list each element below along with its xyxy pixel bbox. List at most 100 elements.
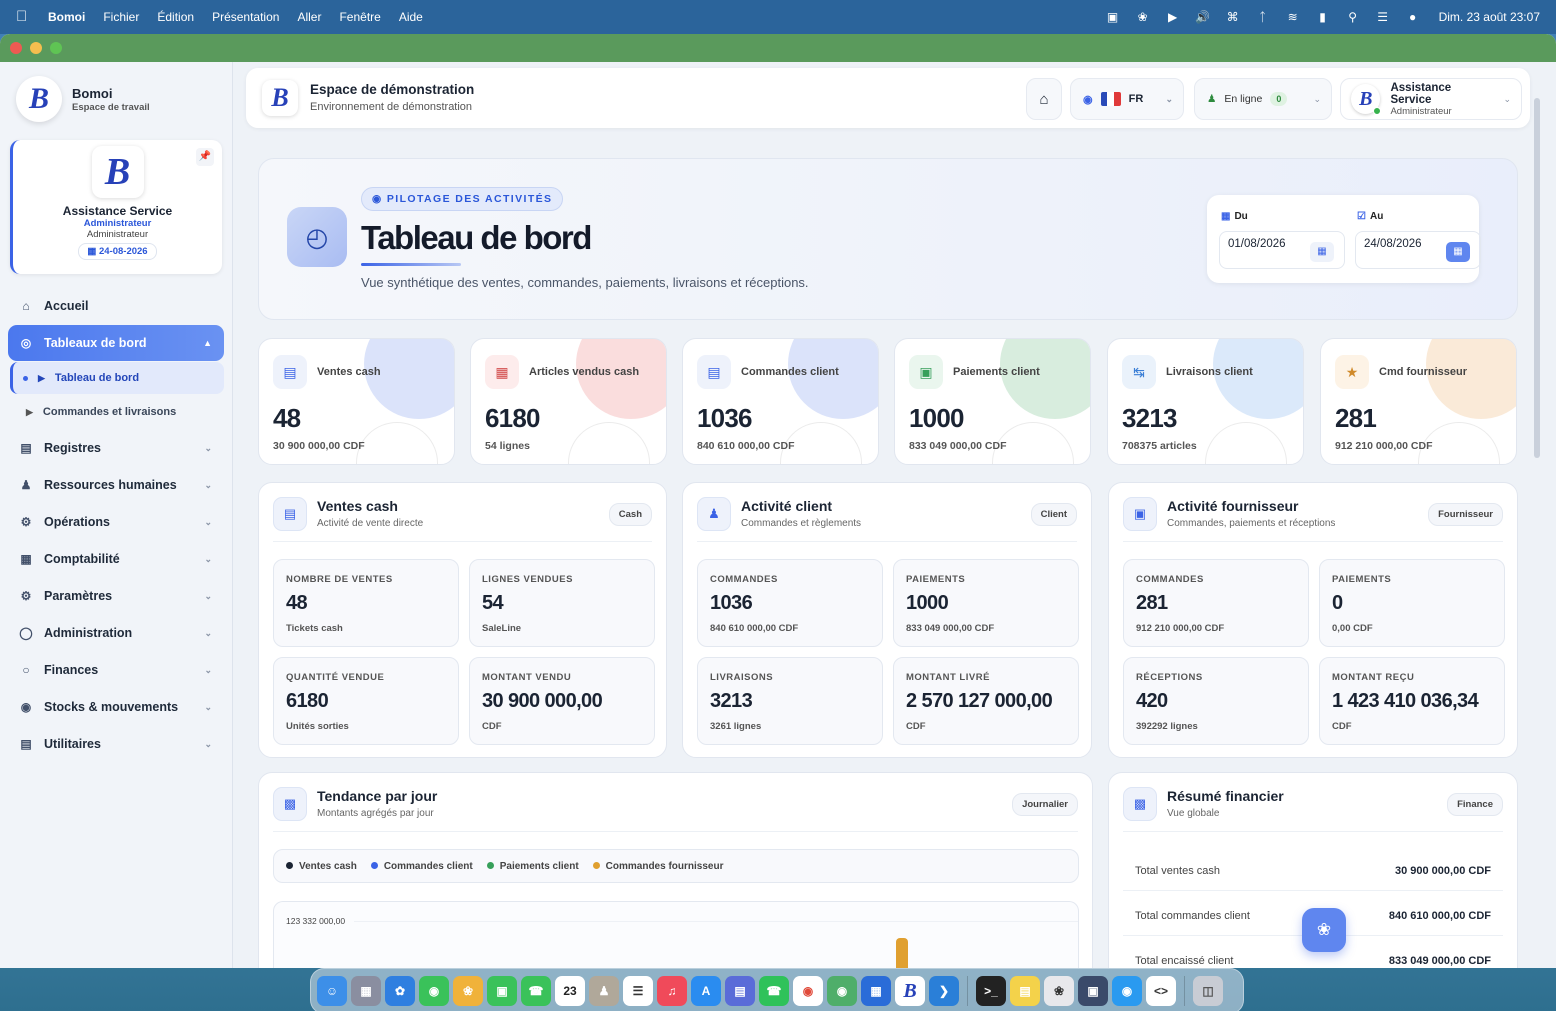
openai-icon[interactable]: ❀	[1135, 10, 1151, 24]
sidebar-item-label: Tableaux de bord	[44, 336, 147, 350]
menu-edition[interactable]: Édition	[157, 10, 194, 24]
kpi-card-ventes-cash[interactable]: ▤ Ventes cash 48 30 900 000,00 CDF	[258, 338, 455, 465]
dock-app-icon[interactable]: ▤	[725, 976, 755, 1006]
chart-bar-commandes-fournisseur[interactable]	[896, 938, 908, 968]
apple-icon[interactable]: 	[16, 9, 30, 25]
control-grid-icon[interactable]: ⌘	[1225, 10, 1241, 24]
dock-app2-icon[interactable]: ▣	[1078, 976, 1108, 1006]
kpi-card-articles-vendus[interactable]: ▦ Articles vendus cash 6180 54 lignes	[470, 338, 667, 465]
sidebar-item-utilitaires[interactable]: ▤ Utilitaires ⌄	[8, 726, 224, 762]
menu-fenetre[interactable]: Fenêtre	[339, 10, 380, 24]
sidebar-item-administration[interactable]: ◯ Administration ⌄	[8, 615, 224, 651]
legend-item[interactable]: Commandes client	[370, 861, 473, 872]
home-button[interactable]: ⌂	[1026, 78, 1062, 120]
menu-fichier[interactable]: Fichier	[103, 10, 139, 24]
sidebar-item-accueil[interactable]: ⌂ Accueil	[8, 288, 224, 324]
date-to-input[interactable]: 24/08/2026 ▦	[1355, 231, 1481, 269]
calendar-icon[interactable]: ▦	[1446, 242, 1470, 262]
menubar:  Bomoi Fichier Édition Présentation All…	[0, 0, 1556, 34]
menubar-clock[interactable]: Dim. 23 août 23:07	[1439, 10, 1540, 24]
sidebar-item-registres[interactable]: ▤ Registres ⌄	[8, 430, 224, 466]
dock-photos-icon[interactable]: ❀	[453, 976, 483, 1006]
date-from-input[interactable]: 01/08/2026 ▦	[1219, 231, 1345, 269]
cash-register-icon: ▤	[273, 355, 307, 389]
bluetooth-icon[interactable]: ᛏ	[1255, 10, 1271, 24]
status-menu-area: ▣ ❀ ▶ 🔊 ⌘ ᛏ ≋ ▮ ⚲ ☰ ● Dim. 23 août 23:07	[1105, 10, 1540, 24]
dock-bomoi-icon[interactable]: B	[895, 976, 925, 1006]
menu-presentation[interactable]: Présentation	[212, 10, 279, 24]
kpi-card-paiements-client[interactable]: ▣ Paiements client 1000 833 049 000,00 C…	[894, 338, 1091, 465]
brand[interactable]: B Bomoi Espace de travail	[16, 76, 150, 122]
dock-appstore-icon[interactable]: A	[691, 976, 721, 1006]
legend-item[interactable]: Commandes fournisseur	[592, 861, 723, 872]
dock-phone-icon[interactable]: ☎	[521, 976, 551, 1006]
kpi-card-cmd-fournisseur[interactable]: ★ Cmd fournisseur 281 912 210 000,00 CDF	[1320, 338, 1517, 465]
dock-contacts-icon[interactable]: ♟	[589, 976, 619, 1006]
menu-aide[interactable]: Aide	[399, 10, 423, 24]
menu-aller[interactable]: Aller	[297, 10, 321, 24]
dock-notes-icon[interactable]: ▤	[1010, 976, 1040, 1006]
dock-terminal-icon[interactable]: >_	[976, 976, 1006, 1006]
volume-icon[interactable]: 🔊	[1195, 10, 1211, 24]
pin-icon[interactable]: 📌	[196, 148, 214, 166]
user-menu[interactable]: B Assistance Service Administrateur ⌄	[1340, 78, 1522, 120]
spotlight-search-icon[interactable]: ⚲	[1345, 10, 1361, 24]
dock-music-icon[interactable]: ♫	[657, 976, 687, 1006]
control-center-icon[interactable]: ☰	[1375, 10, 1391, 24]
dock-app4-icon[interactable]: <>	[1146, 976, 1176, 1006]
siri-icon[interactable]: ●	[1405, 10, 1421, 24]
dock-launchpad-icon[interactable]: ▦	[351, 976, 381, 1006]
dock-finder-icon[interactable]: ☺	[317, 976, 347, 1006]
bomoi-logo-icon: B	[104, 151, 131, 193]
dock-reminders-icon[interactable]: ☰	[623, 976, 653, 1006]
calendar-day: 23	[563, 984, 577, 998]
battery-icon[interactable]: ▮	[1315, 10, 1331, 24]
calendar-icon: ▦	[87, 246, 99, 257]
play-icon[interactable]: ▶	[1165, 10, 1181, 24]
dock-facetime-icon[interactable]: ▣	[487, 976, 517, 1006]
kpi-card-commandes-client[interactable]: ▤ Commandes client 1036 840 610 000,00 C…	[682, 338, 879, 465]
legend-dot	[370, 861, 378, 869]
dock-messages-icon[interactable]: ◉	[419, 976, 449, 1006]
assistant-fab-button[interactable]: ❀	[1302, 908, 1346, 952]
kpi-decoration	[356, 422, 438, 464]
users-icon: ♟	[697, 497, 731, 531]
sidebar-item-ressources-humaines[interactable]: ♟ Ressources humaines ⌄	[8, 467, 224, 503]
language-selector[interactable]: ◉ FR ⌄	[1070, 78, 1184, 120]
panel-title: Activité client	[741, 498, 833, 514]
sidebar-item-comptabilite[interactable]: ▦ Comptabilité ⌄	[8, 541, 224, 577]
sidebar-item-tableaux-de-bord[interactable]: ◎ Tableaux de bord ▲	[8, 325, 224, 361]
dock-safari-icon[interactable]: ✿	[385, 976, 415, 1006]
legend-item[interactable]: Ventes cash	[286, 861, 357, 872]
menu-app-name[interactable]: Bomoi	[48, 10, 85, 24]
dock-chrome-icon[interactable]: ◉	[793, 976, 823, 1006]
dock-whatsapp-icon[interactable]: ☎	[759, 976, 789, 1006]
calendar-icon[interactable]: ▦	[1310, 242, 1334, 262]
dock-app3-icon[interactable]: ◉	[1112, 976, 1142, 1006]
page-title: Tableau de bord	[361, 219, 592, 256]
dock-chatgpt-icon[interactable]: ❀	[1044, 976, 1074, 1006]
sidebar-subitem-commandes-livraisons[interactable]: ▶ Commandes et livraisons	[10, 396, 224, 428]
kpi-card-livraisons-client[interactable]: ↹ Livraisons client 3213 708375 articles	[1107, 338, 1304, 465]
close-window-button[interactable]	[10, 42, 22, 54]
zoom-window-button[interactable]	[50, 42, 62, 54]
screenshot-icon[interactable]: ▣	[1105, 10, 1121, 24]
dock-chrome-alt-icon[interactable]: ◉	[827, 976, 857, 1006]
sidebar-item-parametres[interactable]: ⚙ Paramètres ⌄	[8, 578, 224, 614]
user-name: Assistance Service	[1390, 81, 1452, 106]
sidebar-subitem-tableau-de-bord[interactable]: ▶ Tableau de bord	[10, 362, 224, 394]
box-icon: ◉	[20, 700, 32, 714]
minimize-window-button[interactable]	[30, 42, 42, 54]
wifi-icon[interactable]: ≋	[1285, 10, 1301, 24]
sidebar-item-operations[interactable]: ⚙ Opérations ⌄	[8, 504, 224, 540]
stat-sub: 833 049 000,00 CDF	[906, 623, 995, 634]
online-status-selector[interactable]: ♟ En ligne 0 ⌄	[1194, 78, 1332, 120]
dock-windows-app-icon[interactable]: ▦	[861, 976, 891, 1006]
dock-trash-icon[interactable]: ◫	[1193, 976, 1223, 1006]
sidebar-item-finances[interactable]: ○ Finances ⌄	[8, 652, 224, 688]
sidebar-item-stocks[interactable]: ◉ Stocks & mouvements ⌄	[8, 689, 224, 725]
dock-calendar-icon[interactable]: 23	[555, 976, 585, 1006]
dock-vscode-icon[interactable]: ❯	[929, 976, 959, 1006]
legend-item[interactable]: Paiements client	[486, 861, 579, 872]
scrollbar[interactable]	[1534, 98, 1540, 458]
